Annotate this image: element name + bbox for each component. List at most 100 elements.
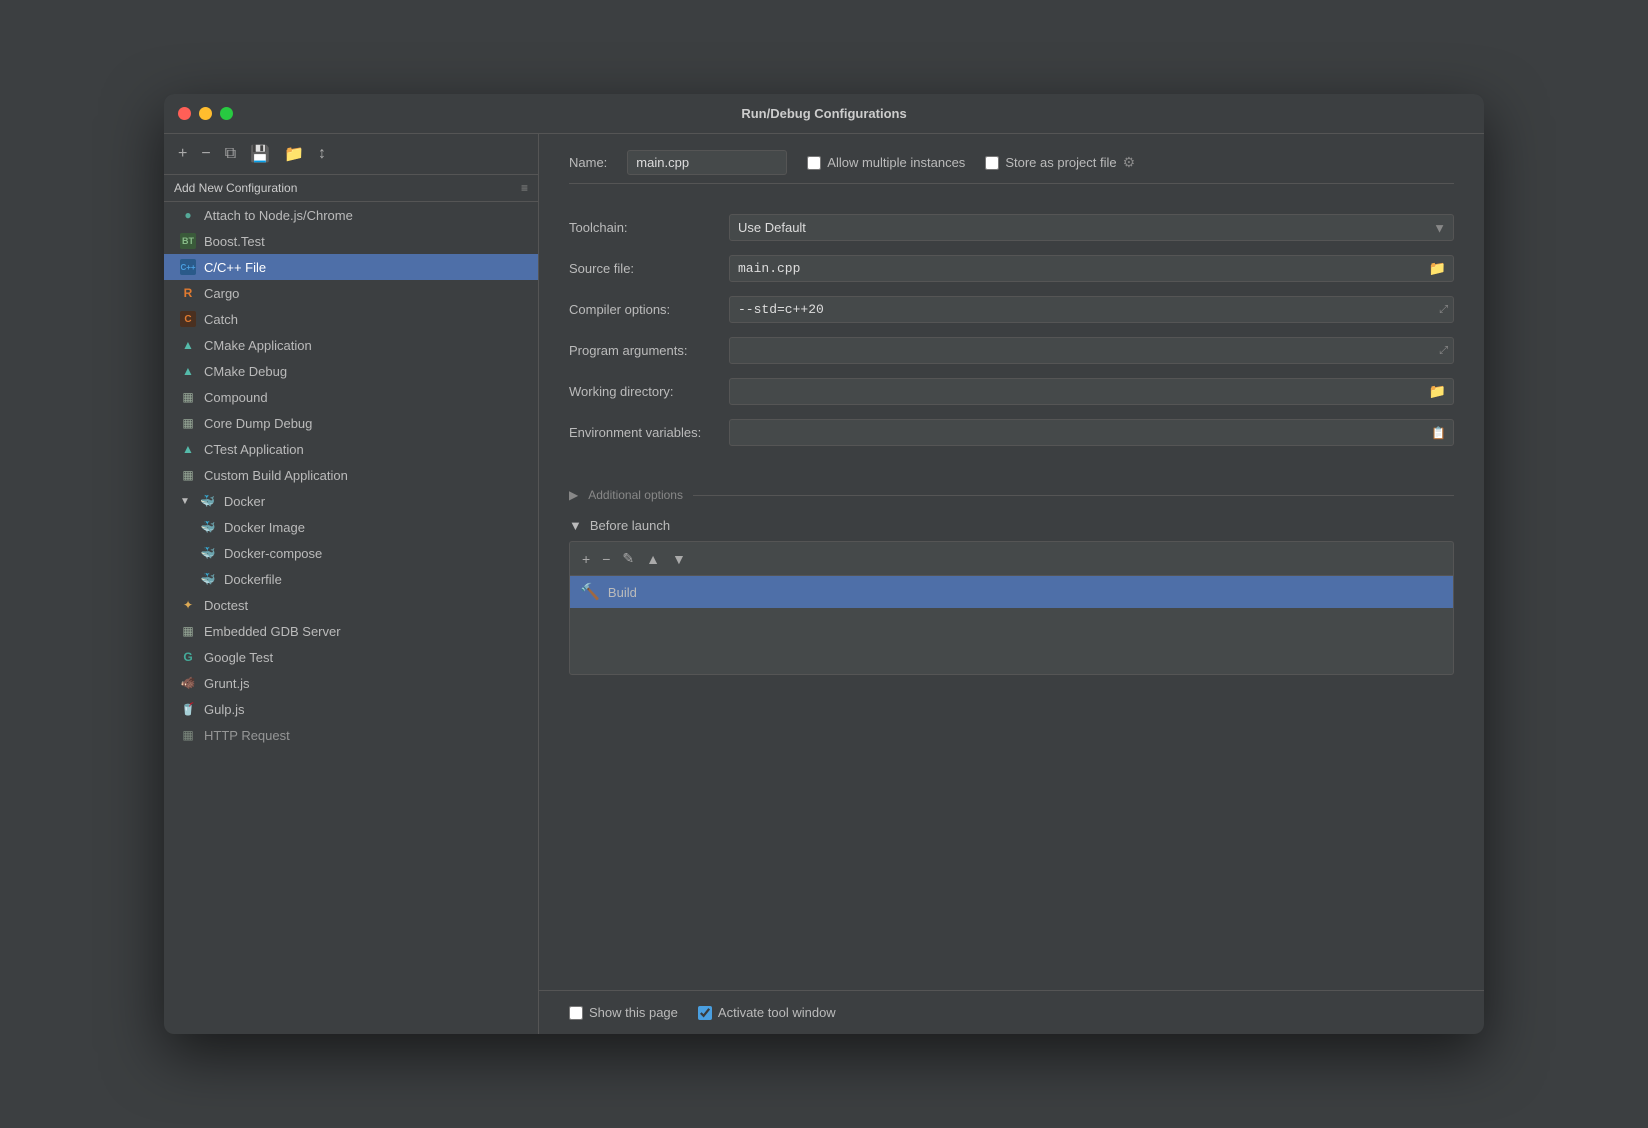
compiler-options-label: Compiler options: xyxy=(569,302,729,317)
sidebar-item-google-test[interactable]: G Google Test xyxy=(164,644,538,670)
maximize-button[interactable] xyxy=(220,107,233,120)
folder-browse-icon[interactable]: 📁 xyxy=(1429,260,1446,277)
env-vars-wrapper: 📋 xyxy=(729,419,1454,446)
minimize-button[interactable] xyxy=(199,107,212,120)
compiler-options-control: ⤢ xyxy=(729,296,1454,323)
allow-multiple-group: Allow multiple instances xyxy=(807,155,965,170)
bl-add-button[interactable]: + xyxy=(578,549,594,569)
grunt-icon: 🐗 xyxy=(180,675,196,691)
sidebar-item-custom-build[interactable]: ▦ Custom Build Application xyxy=(164,462,538,488)
folder-button[interactable]: 📁 xyxy=(280,142,308,166)
content-area: + − ⧉ 💾 📁 ↕ Add New Configuration ≡ ● At… xyxy=(164,134,1484,1034)
custom-build-icon: ▦ xyxy=(180,467,196,483)
doctest-icon: ✦ xyxy=(180,597,196,613)
sidebar-item-grunt[interactable]: 🐗 Grunt.js xyxy=(164,670,538,696)
sidebar-item-label: Boost.Test xyxy=(204,234,265,249)
additional-options-divider[interactable]: ▶ Additional options xyxy=(539,480,1484,510)
sidebar-item-cpp-file[interactable]: C++ C/C++ File xyxy=(164,254,538,280)
sidebar-item-docker-compose[interactable]: 🐳 Docker-compose xyxy=(164,540,538,566)
source-file-control: 📁 xyxy=(729,255,1454,282)
toolchain-select[interactable]: Use Default xyxy=(729,214,1454,241)
allow-multiple-checkbox[interactable] xyxy=(807,156,821,170)
compiler-options-input[interactable] xyxy=(729,296,1454,323)
program-args-input[interactable] xyxy=(729,337,1454,364)
env-vars-input[interactable] xyxy=(729,419,1454,446)
env-vars-label: Environment variables: xyxy=(569,425,729,440)
name-input[interactable]: main.cpp xyxy=(627,150,787,175)
cmake-icon: ▲ xyxy=(180,337,196,353)
bl-item-label: Build xyxy=(608,585,637,600)
sidebar-item-cargo[interactable]: R Cargo xyxy=(164,280,538,306)
copy-config-button[interactable]: ⧉ xyxy=(221,143,240,165)
sidebar-item-gulp[interactable]: 🥤 Gulp.js xyxy=(164,696,538,722)
sidebar-item-label: Grunt.js xyxy=(204,676,250,691)
sidebar-item-catch[interactable]: C Catch xyxy=(164,306,538,332)
program-args-row: Program arguments: ⤢ xyxy=(569,337,1454,364)
bl-remove-button[interactable]: − xyxy=(598,549,614,569)
before-launch-header[interactable]: ▼ Before launch xyxy=(569,510,1454,541)
toolchain-label: Toolchain: xyxy=(569,220,729,235)
bl-item-build[interactable]: 🔨 Build xyxy=(570,576,1453,608)
sidebar-item-http-request[interactable]: ▦ HTTP Request xyxy=(164,722,538,748)
sidebar-item-embedded-gdb[interactable]: ▦ Embedded GDB Server xyxy=(164,618,538,644)
sidebar-item-core-dump[interactable]: ▦ Core Dump Debug xyxy=(164,410,538,436)
store-project-checkbox[interactable] xyxy=(985,156,999,170)
close-button[interactable] xyxy=(178,107,191,120)
node-icon: ● xyxy=(180,207,196,223)
env-vars-edit-icon[interactable]: 📋 xyxy=(1431,426,1446,440)
sidebar-item-cmake-debug[interactable]: ▲ CMake Debug xyxy=(164,358,538,384)
sidebar-item-ctest[interactable]: ▲ CTest Application xyxy=(164,436,538,462)
add-config-button[interactable]: + xyxy=(174,143,191,165)
window-title: Run/Debug Configurations xyxy=(741,106,906,121)
expand-icon[interactable]: ⤢ xyxy=(1439,303,1448,316)
program-args-control: ⤢ xyxy=(729,337,1454,364)
sidebar-item-cmake-app[interactable]: ▲ CMake Application xyxy=(164,332,538,358)
source-file-label: Source file: xyxy=(569,261,729,276)
bl-down-button[interactable]: ▼ xyxy=(668,549,690,569)
working-dir-wrapper: 📁 xyxy=(729,378,1454,405)
sidebar-list: ● Attach to Node.js/Chrome BT Boost.Test… xyxy=(164,202,538,1034)
sidebar-filter-icon[interactable]: ≡ xyxy=(521,181,528,195)
additional-options-arrow: ▶ xyxy=(569,488,578,502)
show-page-checkbox[interactable] xyxy=(569,1006,583,1020)
source-file-input[interactable] xyxy=(729,255,1454,282)
name-label: Name: xyxy=(569,155,607,170)
sidebar-item-doctest[interactable]: ✦ Doctest xyxy=(164,592,538,618)
sidebar-item-label: Custom Build Application xyxy=(204,468,348,483)
env-vars-control: 📋 xyxy=(729,419,1454,446)
sidebar-item-label: CTest Application xyxy=(204,442,304,457)
show-page-label: Show this page xyxy=(589,1005,678,1020)
before-launch-toolbar: + − ✎ ▲ ▼ xyxy=(569,541,1454,575)
form-section: Toolchain: Use Default ▼ Source file: xyxy=(539,194,1484,480)
remove-config-button[interactable]: − xyxy=(197,143,214,165)
save-config-button[interactable]: 💾 xyxy=(246,142,274,166)
cargo-icon: R xyxy=(180,285,196,301)
sidebar-item-label: Catch xyxy=(204,312,238,327)
compiler-options-wrapper: ⤢ xyxy=(729,296,1454,323)
working-dir-input[interactable] xyxy=(729,378,1454,405)
sidebar-item-label: CMake Application xyxy=(204,338,312,353)
sidebar-item-label: Docker-compose xyxy=(224,546,322,561)
additional-options-label: Additional options xyxy=(588,488,683,502)
gulp-icon: 🥤 xyxy=(180,701,196,717)
bl-up-button[interactable]: ▲ xyxy=(642,549,664,569)
bl-edit-button[interactable]: ✎ xyxy=(618,548,638,569)
sidebar-item-docker-image[interactable]: 🐳 Docker Image xyxy=(164,514,538,540)
gear-icon[interactable]: ⚙ xyxy=(1123,154,1136,171)
env-vars-row: Environment variables: 📋 xyxy=(569,419,1454,446)
sidebar-item-label: Google Test xyxy=(204,650,273,665)
activate-window-checkbox[interactable] xyxy=(698,1006,712,1020)
sort-button[interactable]: ↕ xyxy=(314,143,330,165)
footer-bar: Show this page Activate tool window xyxy=(539,990,1484,1034)
sidebar-item-boost-test[interactable]: BT Boost.Test xyxy=(164,228,538,254)
docker-icon: 🐳 xyxy=(200,493,216,509)
sidebar-item-attach-node[interactable]: ● Attach to Node.js/Chrome xyxy=(164,202,538,228)
docker-chevron: ▼ xyxy=(180,496,190,507)
sidebar-item-docker[interactable]: ▼ 🐳 Docker xyxy=(164,488,538,514)
sidebar-item-dockerfile[interactable]: 🐳 Dockerfile xyxy=(164,566,538,592)
working-dir-control: 📁 xyxy=(729,378,1454,405)
working-dir-browse-icon[interactable]: 📁 xyxy=(1429,383,1446,400)
sidebar-item-label: Attach to Node.js/Chrome xyxy=(204,208,353,223)
sidebar-item-compound[interactable]: ▦ Compound xyxy=(164,384,538,410)
program-args-expand-icon[interactable]: ⤢ xyxy=(1439,344,1448,357)
